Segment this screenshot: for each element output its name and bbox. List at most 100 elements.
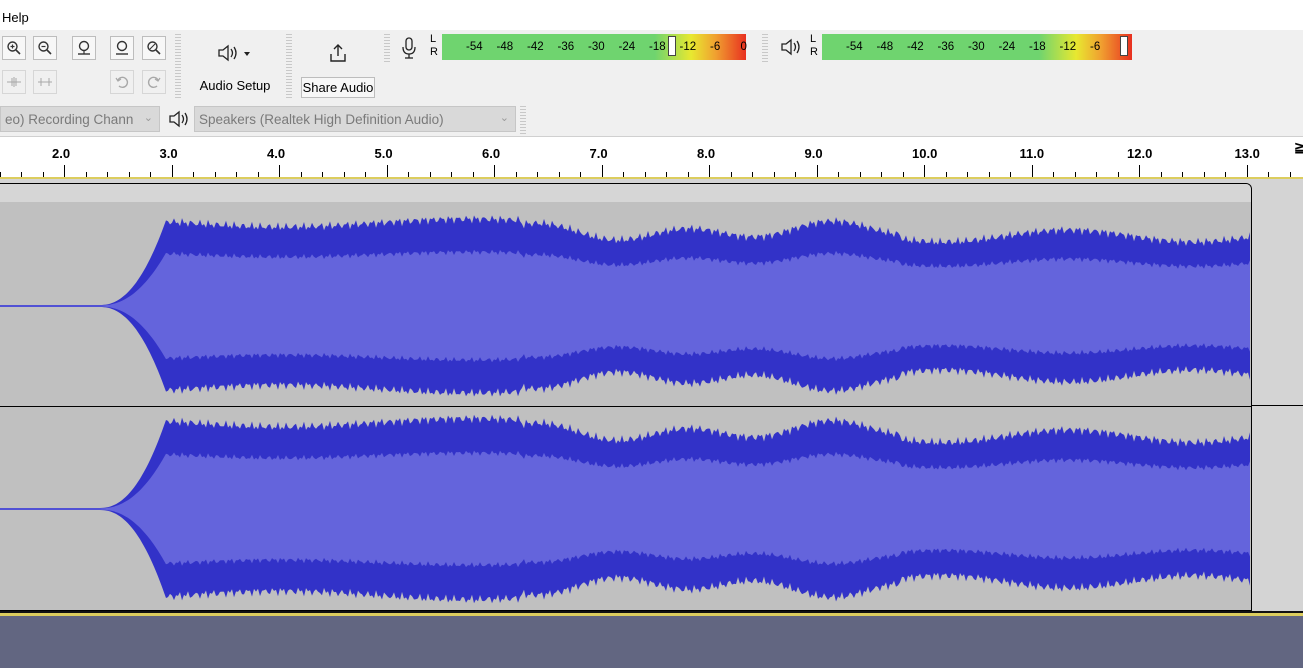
- ruler-label: 4.0: [267, 146, 286, 161]
- toolbar-grip[interactable]: [520, 106, 526, 134]
- playback-device-select[interactable]: Speakers (Realtek High Definition Audio)…: [194, 106, 516, 132]
- zoom-out-icon[interactable]: [33, 36, 57, 60]
- ruler-label: 6.0: [482, 146, 501, 161]
- timeline-ruler[interactable]: 2.0 3.0 4.0 5.0 6.0 7.0 8.0 9.0 10.0 11.0 12.0 13.0…: [0, 137, 1303, 179]
- ruler-tick: [451, 172, 452, 177]
- toolbar-grip[interactable]: [762, 34, 768, 64]
- toolbar-grip[interactable]: [286, 34, 292, 100]
- ruler-tick: [1139, 165, 1140, 177]
- ruler-tick: [258, 172, 259, 177]
- silence-audio-icon[interactable]: [33, 70, 57, 94]
- meter-tick-label: -48: [876, 41, 894, 53]
- ruler-tick: [537, 172, 538, 177]
- channel-l-label: L: [810, 33, 817, 45]
- channel-r-label: R: [430, 46, 438, 58]
- audio-setup-button[interactable]: Audio Setup: [190, 34, 280, 98]
- ruler-label: 9.0: [804, 146, 823, 161]
- meter-tick-label: -12: [679, 41, 697, 53]
- ruler-tick: [236, 172, 237, 177]
- playback-device-value: Speakers (Realtek High Definition Audio): [199, 112, 444, 127]
- ruler-tick: [817, 165, 818, 177]
- ruler-tick: [215, 172, 216, 177]
- ruler-label: 2.0: [52, 146, 71, 161]
- ruler-label: 12.0: [1127, 146, 1153, 161]
- ruler-tick: [322, 172, 323, 177]
- channel-divider: [1252, 405, 1303, 406]
- chevron-down-icon: ⌄: [499, 112, 509, 124]
- recording-meter[interactable]: -54 -48 -42 -36 -30 -24 -18 -12 -6 0: [442, 30, 748, 60]
- fit-selection-icon[interactable]: [72, 36, 96, 60]
- ruler-tick: [838, 172, 839, 177]
- trim-audio-icon[interactable]: [2, 70, 26, 94]
- share-icon: [296, 42, 380, 67]
- speaker-icon[interactable]: [780, 38, 802, 59]
- meter-tick-label: -30: [968, 41, 985, 53]
- audio-setup-label: Audio Setup: [199, 78, 271, 93]
- zoom-toggle-icon[interactable]: [142, 36, 166, 60]
- channel-r-label: R: [810, 46, 818, 58]
- ruler-tick: [602, 165, 603, 177]
- ruler-tick: [1118, 172, 1119, 177]
- empty-track-area[interactable]: [0, 611, 1303, 668]
- toolbar-grip[interactable]: [384, 34, 390, 64]
- audio-clip[interactable]: [0, 183, 1252, 611]
- ruler-tick: [193, 172, 194, 177]
- meter-tick-label: -18: [1029, 41, 1046, 53]
- channel-divider: [0, 406, 1251, 407]
- ruler-label: 8.0: [697, 146, 716, 161]
- ruler-tick: [344, 172, 345, 177]
- meter-tick-label: -24: [998, 41, 1016, 53]
- ruler-label: 3.0: [159, 146, 178, 161]
- toolbar-grip[interactable]: [175, 34, 181, 100]
- ruler-tick: [1204, 172, 1205, 177]
- meter-tick-label: -42: [527, 41, 544, 53]
- fit-project-icon[interactable]: [110, 36, 134, 60]
- ruler-tick: [924, 165, 925, 177]
- meter-tick-label: -48: [496, 41, 514, 53]
- ruler-tick: [1075, 172, 1076, 177]
- ruler-tick: [946, 172, 947, 177]
- ruler-tick: [365, 172, 366, 177]
- ruler-tick: [1010, 172, 1011, 177]
- recording-level-slider[interactable]: [668, 36, 676, 56]
- ruler-tick: [580, 172, 581, 177]
- ruler-label: 10.0: [912, 146, 938, 161]
- playback-meter[interactable]: -54 -48 -42 -36 -30 -24 -18 -12 -6: [822, 30, 1134, 60]
- meter-tick-label: -24: [618, 41, 636, 53]
- meter-tick-label: -54: [466, 41, 483, 53]
- ruler-label: 7.0: [589, 146, 608, 161]
- ruler-tick: [881, 172, 882, 177]
- recording-channels-select[interactable]: eo) Recording Chann ⌄: [0, 106, 160, 132]
- ruler-tick: [795, 172, 796, 177]
- ruler-tick: [0, 172, 1, 177]
- undo-icon[interactable]: [110, 70, 134, 94]
- ruler-tick: [279, 165, 280, 177]
- device-toolbar: eo) Recording Chann ⌄ Speakers (Realtek …: [0, 102, 1303, 137]
- ruler-tick: [1290, 172, 1291, 177]
- meter-tick-label: -36: [557, 41, 575, 53]
- ruler-label: 5.0: [374, 146, 393, 161]
- redo-icon[interactable]: [142, 70, 166, 94]
- channel-l-label: L: [430, 33, 437, 45]
- meter-tick-label: 0: [740, 41, 747, 53]
- track-area[interactable]: [0, 179, 1303, 611]
- ruler-tick: [666, 172, 667, 177]
- ruler-tick: [645, 172, 646, 177]
- share-audio-button[interactable]: Share Audio: [296, 34, 380, 98]
- ruler-tick: [172, 165, 173, 177]
- meter-tick-label: -54: [846, 41, 863, 53]
- ruler-tick: [1268, 172, 1269, 177]
- ruler-tick: [387, 165, 388, 177]
- ruler-tick: [1053, 172, 1054, 177]
- playback-level-slider[interactable]: [1120, 36, 1128, 56]
- meter-tick-label: -6: [1090, 41, 1101, 53]
- selection-line: [0, 613, 1303, 616]
- toolbar: Audio Setup Share Audio L R -54 -48 -42 -36…: [0, 30, 1303, 102]
- menu-help[interactable]: Help: [2, 10, 29, 25]
- ruler-tick: [86, 172, 87, 177]
- microphone-icon[interactable]: [400, 36, 418, 63]
- ruler-tick: [430, 172, 431, 177]
- zoom-in-icon[interactable]: [2, 36, 26, 60]
- ruler-overflow-mark: ≧: [1294, 139, 1303, 155]
- ruler-tick: [752, 172, 753, 177]
